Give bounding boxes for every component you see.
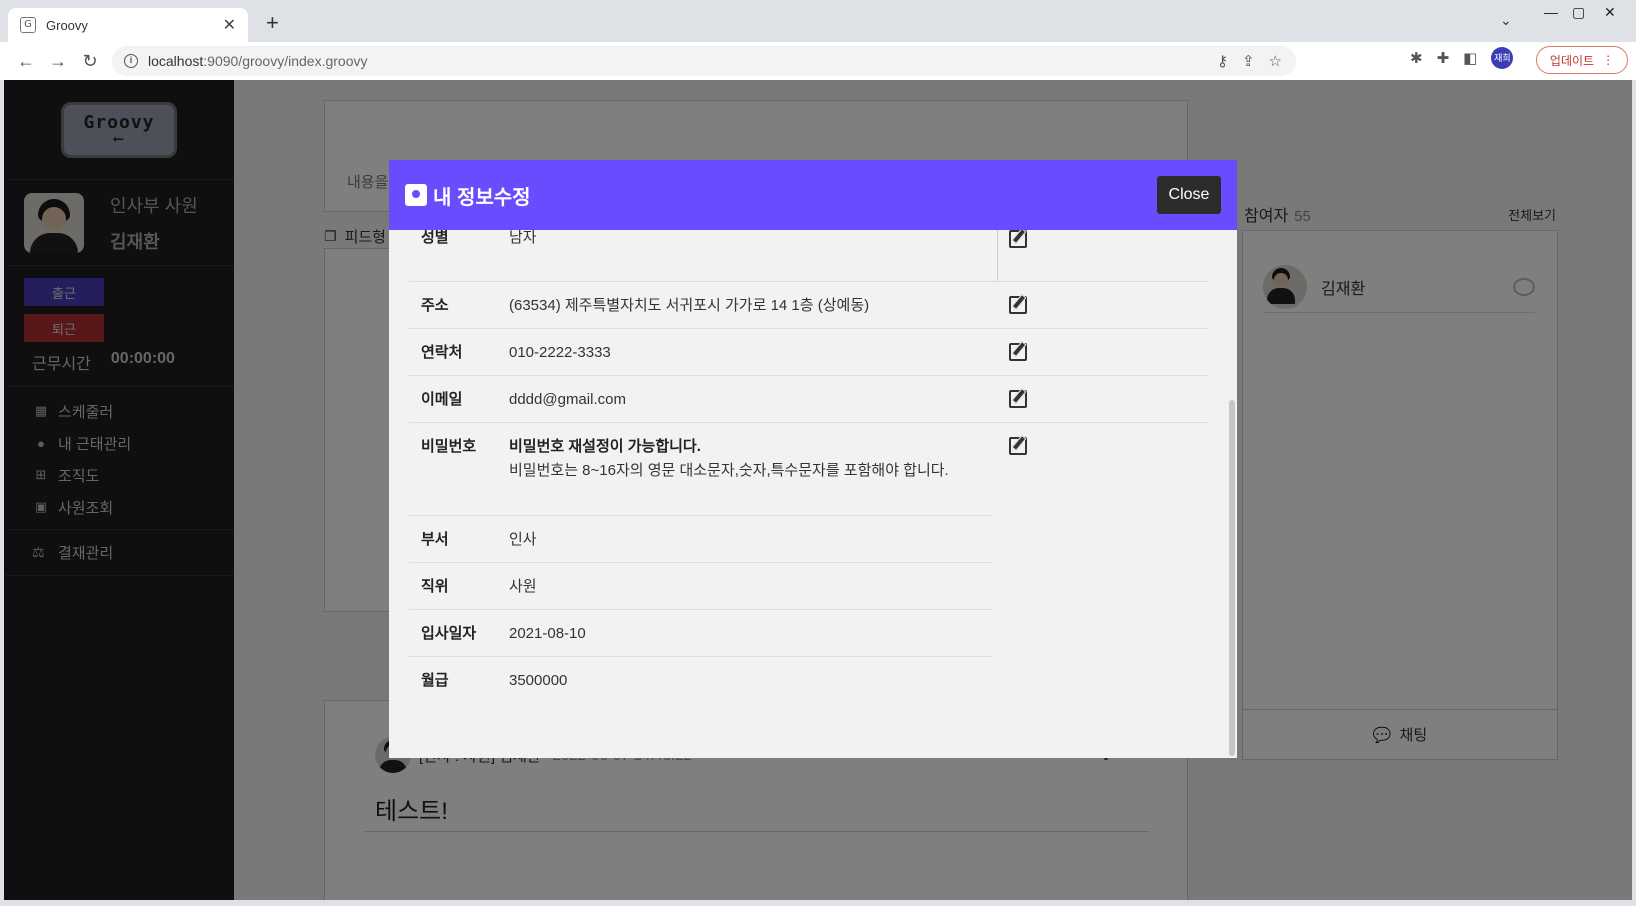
key-icon[interactable]: ⚷ xyxy=(1217,52,1228,70)
url-text: localhost:9090/groovy/index.groovy xyxy=(148,53,368,69)
new-tab-icon[interactable]: + xyxy=(266,10,279,36)
browser-tabstrip: G Groovy ✕ + ⌄ — ▢ ✕ xyxy=(0,0,1636,42)
row-key: 직위 xyxy=(421,578,449,595)
info-row-address: 주소 (63534) 제주특별자치도 서귀포시 가가로 14 1층 (상예동) xyxy=(409,282,1209,329)
row-key: 부서 xyxy=(421,531,449,548)
row-value: dddd@gmail.com xyxy=(509,391,626,408)
tab-title: Groovy xyxy=(46,17,88,33)
row-key: 월급 xyxy=(421,672,449,689)
forward-icon[interactable]: → xyxy=(42,51,74,72)
bug-extension-icon[interactable]: ✱ xyxy=(1410,49,1423,67)
row-key: 주소 xyxy=(421,297,449,314)
edit-icon[interactable] xyxy=(1009,343,1027,361)
info-row-salary: 월급 3500000 xyxy=(409,657,993,704)
minimize-icon[interactable]: — xyxy=(1544,4,1558,20)
password-hint-text: 비밀번호는 8~16자의 영문 대소문자,숫자,특수문자를 포함해야 합니다. xyxy=(509,462,949,479)
modal-title: 내 정보수정 xyxy=(433,186,531,209)
password-hint-title: 비밀번호 재설정이 가능합니다. xyxy=(509,438,701,455)
close-tab-icon[interactable]: ✕ xyxy=(223,15,236,35)
row-value: 010-2222-3333 xyxy=(509,344,611,361)
tab-search-icon[interactable]: ⌄ xyxy=(1500,12,1512,29)
share-icon[interactable]: ⇪ xyxy=(1242,52,1255,70)
row-value: (63534) 제주특별자치도 서귀포시 가가로 14 1층 (상예동) xyxy=(509,297,870,314)
row-value: 2021-08-10 xyxy=(509,625,586,642)
row-key: 이메일 xyxy=(421,391,463,408)
info-row-email: 이메일 dddd@gmail.com xyxy=(409,376,1209,423)
row-value: 사원 xyxy=(509,578,537,595)
browser-toolbar: ← → ↻ i localhost:9090/groovy/index.groo… xyxy=(0,42,1636,80)
address-bar[interactable]: i localhost:9090/groovy/index.groovy ⚷ ⇪… xyxy=(112,46,1296,76)
row-value: 남자 xyxy=(509,229,537,246)
edit-icon[interactable] xyxy=(1009,296,1027,314)
info-row-password: 비밀번호 비밀번호 재설정이 가능합니다. 비밀번호는 8~16자의 영문 대소… xyxy=(409,423,993,516)
info-row-gender: 성별 남자 xyxy=(409,226,1209,282)
profile-avatar[interactable]: 재희 xyxy=(1491,47,1514,69)
maximize-icon[interactable]: ▢ xyxy=(1572,4,1585,21)
edit-profile-modal: 내 정보수정 Close 성별 남자 주소 (63534) 제주특별자치도 서귀… xyxy=(389,160,1237,758)
update-button[interactable]: 업데이트 ⋮ xyxy=(1536,46,1628,74)
favicon-icon: G xyxy=(20,17,36,33)
edit-icon[interactable] xyxy=(1009,390,1027,408)
close-button[interactable]: Close xyxy=(1157,176,1221,214)
modal-scrollbar[interactable] xyxy=(1229,400,1235,756)
window-close-icon[interactable]: ✕ xyxy=(1604,4,1616,21)
row-key: 연락처 xyxy=(421,344,463,361)
id-badge-icon xyxy=(405,184,427,206)
info-row-hire-date: 입사일자 2021-08-10 xyxy=(409,610,993,657)
edit-icon[interactable] xyxy=(1009,230,1027,248)
extension-area: ✱ ✚ ◧ 재희 xyxy=(1410,47,1514,69)
modal-body: 성별 남자 주소 (63534) 제주특별자치도 서귀포시 가가로 14 1층 … xyxy=(389,229,1237,758)
info-row-department: 부서 인사 xyxy=(409,516,993,563)
info-row-phone: 연락처 010-2222-3333 xyxy=(409,329,1209,376)
kebab-menu-icon: ⋮ xyxy=(1602,53,1615,67)
row-key: 입사일자 xyxy=(421,625,477,642)
puzzle-extension-icon[interactable]: ✚ xyxy=(1437,49,1450,67)
edit-icon[interactable] xyxy=(1009,437,1027,455)
back-icon[interactable]: ← xyxy=(10,51,42,72)
browser-tab[interactable]: G Groovy ✕ xyxy=(8,8,248,42)
modal-header: 내 정보수정 Close xyxy=(389,160,1237,230)
side-panel-icon[interactable]: ◧ xyxy=(1463,49,1477,67)
info-row-position: 직위 사원 xyxy=(409,563,993,610)
row-key: 성별 xyxy=(421,229,449,246)
bookmark-star-icon[interactable]: ☆ xyxy=(1269,52,1282,70)
web-page: Groovy ⟵ 인사부 사원 김재환 출근 퇴근 근무시간 00:00:00 … xyxy=(4,80,1632,900)
reload-icon[interactable]: ↻ xyxy=(74,51,106,72)
site-info-icon[interactable]: i xyxy=(124,54,138,68)
row-key: 비밀번호 xyxy=(421,438,477,455)
row-value: 인사 xyxy=(509,531,537,548)
row-value: 3500000 xyxy=(509,672,568,689)
update-label: 업데이트 xyxy=(1549,53,1595,68)
